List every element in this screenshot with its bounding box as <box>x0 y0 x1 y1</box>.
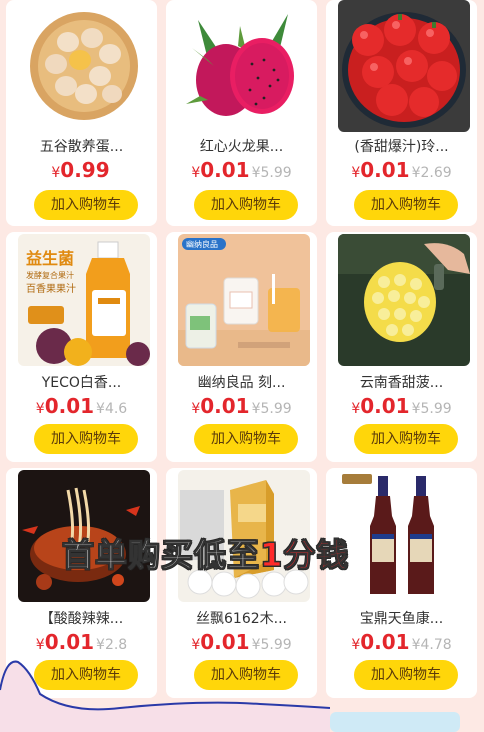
sale-price: 0.99 <box>60 158 110 182</box>
add-to-cart-button[interactable]: 加入购物车 <box>354 660 458 690</box>
original-price: ¥5.99 <box>411 401 452 417</box>
product-card[interactable]: 红心火龙果... ¥0.01 ¥5.99 加入购物车 <box>166 0 317 226</box>
product-grid: 五谷散养蛋... ¥0.99 加入购物车 红心火龙果... ¥0.01 ¥5.9… <box>6 0 478 698</box>
promo-overlay-highlight: 1分钱 <box>260 536 350 575</box>
product-image-probiotic-juice[interactable]: 益生菌 发酵复合果汁 百香果果汁 <box>18 234 150 366</box>
add-to-cart-button[interactable]: 加入购物车 <box>354 424 458 454</box>
price-row: ¥0.99 <box>6 158 157 182</box>
original-price: ¥5.99 <box>251 401 292 417</box>
promo-overlay-prefix: 首单购买低至 <box>61 536 261 575</box>
original-price: ¥4.78 <box>411 637 452 653</box>
product-title[interactable]: 丝飘6162木... <box>172 608 311 628</box>
product-title[interactable]: 五谷散养蛋... <box>12 136 151 156</box>
sale-price: 0.01 <box>360 158 410 182</box>
cups-brand-label: 幽纳良品 <box>186 239 218 249</box>
product-image-cherry-tomatoes[interactable] <box>338 0 470 132</box>
currency-symbol: ¥ <box>35 401 45 417</box>
product-image-dragon-fruit[interactable] <box>178 0 310 132</box>
sale-price: 0.01 <box>44 394 95 418</box>
sale-price: 0.01 <box>200 158 250 182</box>
add-to-cart-button[interactable]: 加入购物车 <box>194 424 298 454</box>
product-image-vinegar-bottles[interactable] <box>338 470 470 602</box>
product-title[interactable]: (香甜爆汁)玲... <box>332 136 471 156</box>
price-row: ¥0.01 ¥5.99 <box>166 158 317 182</box>
sale-price: 0.01 <box>360 394 410 418</box>
currency-symbol: ¥ <box>351 165 361 181</box>
juice-label-title: 益生菌 <box>26 249 74 268</box>
product-title[interactable]: 红心火龙果... <box>172 136 311 156</box>
original-price: ¥5.99 <box>251 165 292 181</box>
add-to-cart-button[interactable]: 加入购物车 <box>34 424 138 454</box>
sale-price: 0.01 <box>200 394 250 418</box>
product-title[interactable]: 云南香甜菠... <box>332 372 471 392</box>
product-card[interactable]: 益生菌 发酵复合果汁 百香果果汁 YECO白香... ¥0.01 ¥4.6 加入购… <box>6 232 157 462</box>
price-row: ¥0.01 ¥5.99 <box>326 394 477 418</box>
original-price: ¥4.6 <box>96 401 128 417</box>
product-card[interactable]: 五谷散养蛋... ¥0.99 加入购物车 <box>6 0 157 226</box>
product-card[interactable]: 云南香甜菠... ¥0.01 ¥5.99 加入购物车 <box>326 232 477 462</box>
decorative-wave <box>0 660 330 732</box>
currency-symbol: ¥ <box>51 165 61 181</box>
juice-label-sub2: 百香果果汁 <box>26 282 76 295</box>
product-card[interactable]: 幽纳良品 幽纳良品 刻... ¥0.01 ¥5.99 加入购物车 <box>166 232 317 462</box>
product-title[interactable]: 【酸酸辣辣... <box>12 608 151 628</box>
price-row: ¥0.01 ¥2.69 <box>326 158 477 182</box>
add-to-cart-button[interactable]: 加入购物车 <box>194 190 298 220</box>
currency-symbol: ¥ <box>351 401 361 417</box>
product-title[interactable]: YECO白香... <box>12 372 151 392</box>
price-row: ¥0.01 ¥4.78 <box>326 630 477 654</box>
product-title[interactable]: 宝鼎天鱼康... <box>332 608 471 628</box>
juice-label-sub1: 发酵复合果汁 <box>26 270 74 280</box>
original-price: ¥2.69 <box>411 165 452 181</box>
product-card[interactable]: 宝鼎天鱼康... ¥0.01 ¥4.78 加入购物车 <box>326 468 477 698</box>
currency-symbol: ¥ <box>191 401 201 417</box>
promo-overlay-caption: 首单购买低至1分钱 <box>61 530 350 576</box>
sale-price: 0.01 <box>360 630 410 654</box>
next-card-preview <box>330 712 460 732</box>
price-row: ¥0.01 ¥5.99 <box>166 394 317 418</box>
currency-symbol: ¥ <box>191 165 201 181</box>
product-image-eggs[interactable] <box>18 0 150 132</box>
add-to-cart-button[interactable]: 加入购物车 <box>34 190 138 220</box>
product-image-glass-cups[interactable]: 幽纳良品 <box>178 234 310 366</box>
currency-symbol: ¥ <box>351 637 361 653</box>
product-card[interactable]: (香甜爆汁)玲... ¥0.01 ¥2.69 加入购物车 <box>326 0 477 226</box>
product-title[interactable]: 幽纳良品 刻... <box>172 372 311 392</box>
product-image-pineapple[interactable] <box>338 234 470 366</box>
add-to-cart-button[interactable]: 加入购物车 <box>354 190 458 220</box>
price-row: ¥0.01 ¥4.6 <box>6 394 157 418</box>
